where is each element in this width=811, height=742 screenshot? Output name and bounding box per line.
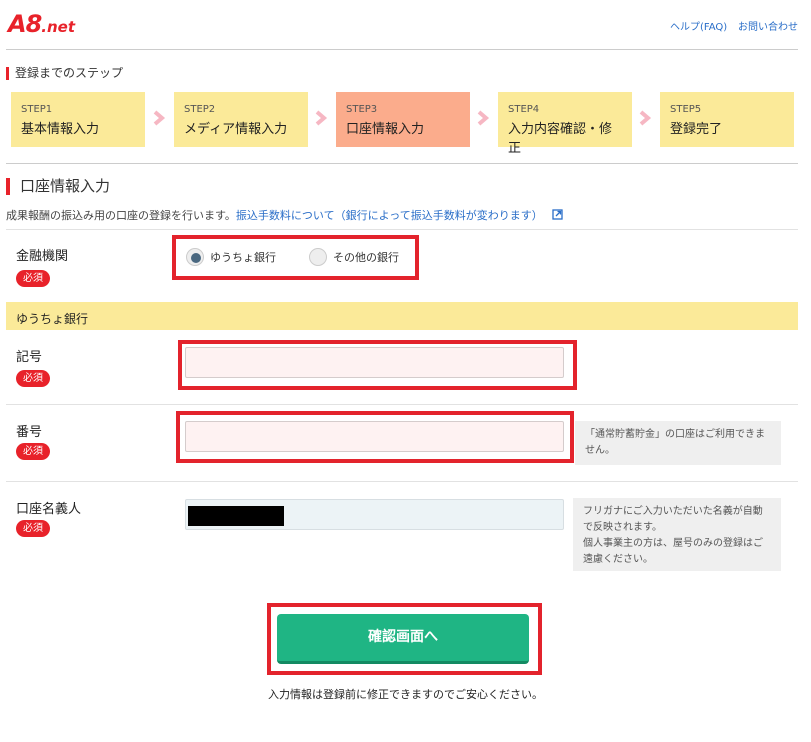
step-1: STEP1 基本情報入力: [11, 92, 145, 147]
external-link-icon[interactable]: [552, 209, 563, 220]
account-holder-field: [185, 499, 564, 530]
step-number: STEP3: [346, 104, 378, 115]
step-label: 口座情報入力: [346, 122, 425, 137]
footer-note: 入力情報は登録前に修正できますのでご安心ください。: [268, 688, 543, 701]
radio-other-bank[interactable]: その他の銀行: [309, 248, 399, 266]
chevron-right-icon: [315, 110, 328, 126]
confirm-button[interactable]: 確認画面へ: [277, 614, 529, 664]
step-number: STEP1: [21, 104, 53, 115]
steps-heading: 登録までのステップ: [6, 67, 123, 80]
chevron-right-icon: [639, 110, 652, 126]
required-badge: 必須: [16, 270, 50, 287]
logo-sub-text: .net: [41, 18, 76, 36]
steps-divider: [6, 163, 798, 164]
help-faq-link[interactable]: ヘルプ(FAQ): [670, 18, 727, 33]
radio-other-label: その他の銀行: [333, 251, 399, 264]
contact-link[interactable]: お問い合わせ: [738, 18, 798, 33]
header-divider: [6, 49, 798, 50]
bango-label: 番号: [16, 425, 43, 440]
step-2: STEP2 メディア情報入力: [174, 92, 308, 147]
step-number: STEP4: [508, 104, 540, 115]
required-badge: 必須: [16, 520, 50, 537]
bank-label: 金融機関: [16, 249, 69, 264]
account-holder-hint-line2: 個人事業主の方は、屋号のみの登録はご遠慮ください。: [583, 538, 763, 565]
logo-main-text: A8: [8, 10, 42, 38]
step-label: 登録完了: [670, 122, 723, 137]
radio-yucho-label: ゆうちょ銀行: [210, 251, 276, 264]
section-description: 成果報酬の振込み用の口座の登録を行います。振込手数料について（銀行によって振込手…: [6, 207, 563, 223]
bango-hint: 「通常貯蓄貯金」の口座はご利用できません。: [575, 421, 781, 465]
step-3-current: STEP3 口座情報入力: [336, 92, 470, 147]
redacted-name: [188, 506, 284, 526]
step-4: STEP4 入力内容確認・修正: [498, 92, 632, 156]
a8net-logo[interactable]: A8 .net: [8, 10, 75, 38]
kigo-label: 記号: [16, 350, 43, 365]
yucho-bank-section-bar: ゆうちょ銀行: [6, 302, 798, 330]
required-badge: 必須: [16, 370, 50, 387]
transfer-fee-link[interactable]: 振込手数料について（銀行によって振込手数料が変わります）: [236, 209, 543, 222]
kigo-input[interactable]: [185, 347, 564, 378]
step-label: 基本情報入力: [21, 122, 100, 137]
required-badge: 必須: [16, 443, 50, 460]
radio-unselected-icon[interactable]: [309, 248, 327, 266]
account-holder-label: 口座名義人: [16, 502, 82, 517]
step-label: メディア情報入力: [184, 122, 288, 137]
row-divider: [6, 404, 798, 405]
radio-yucho-bank[interactable]: ゆうちょ銀行: [186, 248, 276, 266]
row-divider: [6, 229, 798, 230]
account-holder-hint-line1: フリガナにご入力いただいた名義が自動で反映されます。: [583, 506, 763, 533]
bango-input[interactable]: [185, 421, 564, 452]
step-label: 入力内容確認・修正: [508, 122, 613, 156]
description-text: 成果報酬の振込み用の口座の登録を行います。: [6, 209, 236, 222]
row-divider: [6, 481, 798, 482]
chevron-right-icon: [153, 110, 166, 126]
page-title: 口座情報入力: [6, 178, 110, 195]
step-number: STEP5: [670, 104, 702, 115]
chevron-right-icon: [477, 110, 490, 126]
radio-selected-icon[interactable]: [186, 248, 204, 266]
step-5: STEP5 登録完了: [660, 92, 794, 147]
account-holder-hint: フリガナにご入力いただいた名義が自動で反映されます。 個人事業主の方は、屋号のみ…: [573, 498, 781, 571]
step-number: STEP2: [184, 104, 216, 115]
